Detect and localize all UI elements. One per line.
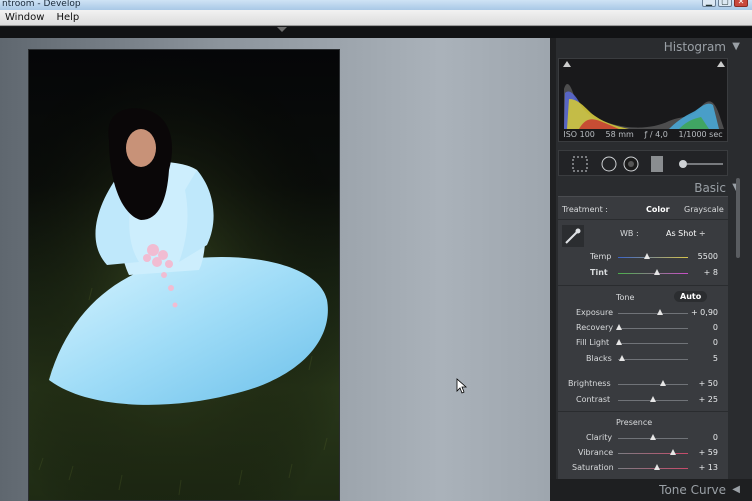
blacks-value[interactable]: 5	[688, 354, 718, 363]
exposure-slider-handle[interactable]	[657, 309, 663, 315]
window-title: ntroom - Develop	[2, 0, 81, 9]
contrast-slider-handle[interactable]	[650, 396, 656, 402]
contrast-label: Contrast	[576, 395, 611, 404]
menu-bar: Window Help	[0, 10, 752, 26]
basic-panel: Treatment : Color Grayscale WB : As Shot…	[558, 196, 728, 501]
exposure-label: Exposure	[576, 308, 614, 317]
exposure-value[interactable]: + 0,90	[688, 308, 718, 317]
adjustment-brush-icon	[679, 160, 687, 168]
tone-curve-header-strip: Tone Curve ◀	[550, 479, 752, 501]
vibrance-slider[interactable]	[618, 453, 688, 454]
fill-light-value[interactable]: 0	[688, 338, 718, 347]
menu-window[interactable]: Window	[5, 12, 44, 23]
tool-icons	[572, 156, 723, 172]
eyedropper-icon[interactable]	[562, 225, 584, 247]
saturation-slider[interactable]	[618, 468, 688, 469]
tone-label: Tone	[616, 293, 635, 302]
tint-slider-handle[interactable]	[653, 269, 660, 275]
graduated-filter-icon	[651, 156, 663, 172]
photo-preview[interactable]	[28, 49, 340, 501]
wb-label: WB :	[620, 229, 639, 238]
recovery-slider-handle[interactable]	[616, 324, 623, 330]
clarity-label: Clarity	[586, 433, 613, 442]
brightness-value[interactable]: + 50	[688, 379, 718, 388]
exposure-slider[interactable]	[618, 313, 688, 314]
vibrance-slider-handle[interactable]	[669, 449, 676, 455]
triangle-down-icon[interactable]: ▼	[732, 41, 740, 52]
panel-divider[interactable]	[550, 38, 556, 501]
mouse-cursor-icon	[456, 378, 468, 394]
tone-curve-header[interactable]: Tone Curve	[659, 483, 726, 497]
top-panel-toggle-icon[interactable]	[277, 27, 287, 32]
contrast-value[interactable]: + 25	[688, 395, 718, 404]
window-title-bar: ntroom - Develop ▁ ▢ ✕	[0, 0, 752, 10]
treatment-grayscale-button[interactable]: Grayscale	[684, 205, 724, 214]
top-panel-strip	[0, 27, 752, 38]
clarity-value[interactable]: 0	[688, 433, 718, 442]
saturation-value[interactable]: + 13	[688, 463, 718, 472]
brightness-label: Brightness	[568, 379, 611, 388]
wb-select[interactable]: As Shot ÷	[666, 229, 706, 238]
maximize-button[interactable]: ▢	[718, 0, 732, 7]
brightness-slider[interactable]	[618, 384, 688, 385]
right-panel: Histogram ▼ ISO 100 58 mm ƒ / 4,0 1/1000…	[550, 38, 752, 501]
recovery-label: Recovery	[576, 323, 614, 332]
exif-iso: ISO 100	[563, 130, 595, 139]
blacks-slider-handle[interactable]	[619, 355, 626, 361]
fill-light-label: Fill Light	[576, 338, 610, 347]
menu-help[interactable]: Help	[56, 12, 79, 23]
exif-aperture: ƒ / 4,0	[644, 130, 668, 139]
exif-focal: 58 mm	[605, 130, 634, 139]
minimize-button[interactable]: ▁	[702, 0, 716, 7]
develop-tool-strip	[558, 150, 728, 176]
spot-removal-icon	[601, 156, 617, 172]
temp-label: Temp	[590, 252, 612, 261]
recovery-value[interactable]: 0	[688, 323, 718, 332]
close-button[interactable]: ✕	[734, 0, 748, 7]
tint-label: Tint	[590, 268, 608, 277]
saturation-label: Saturation	[572, 463, 614, 472]
clarity-slider-handle[interactable]	[650, 434, 656, 440]
crop-icon	[572, 156, 588, 172]
temp-value[interactable]: 5500	[688, 252, 718, 261]
temp-slider-handle[interactable]	[644, 253, 651, 259]
brightness-slider-handle[interactable]	[659, 380, 666, 386]
recovery-slider[interactable]	[618, 328, 688, 329]
presence-label: Presence	[616, 418, 653, 427]
window-controls: ▁ ▢ ✕	[702, 0, 748, 7]
vibrance-label: Vibrance	[578, 448, 614, 457]
histogram-exif: ISO 100 58 mm ƒ / 4,0 1/1000 sec	[558, 130, 728, 142]
blacks-slider[interactable]	[618, 359, 688, 360]
tint-value[interactable]: + 8	[688, 268, 718, 277]
saturation-slider-handle[interactable]	[654, 464, 661, 470]
fill-light-slider[interactable]	[618, 343, 688, 344]
exif-shutter: 1/1000 sec	[678, 130, 723, 139]
histogram-header[interactable]: Histogram	[664, 40, 726, 54]
temp-slider[interactable]	[618, 257, 688, 258]
photo-image	[29, 50, 339, 500]
image-work-area[interactable]	[0, 38, 550, 501]
basic-header[interactable]: Basic	[694, 181, 726, 195]
vibrance-value[interactable]: + 59	[688, 448, 718, 457]
treatment-label: Treatment :	[562, 205, 608, 214]
fill-light-slider-handle[interactable]	[616, 339, 623, 345]
auto-tone-button[interactable]: Auto	[674, 291, 708, 302]
triangle-left-icon[interactable]: ◀	[732, 484, 740, 495]
treatment-color-button[interactable]: Color	[646, 205, 670, 214]
blacks-label: Blacks	[586, 354, 612, 363]
right-panel-scrollbar[interactable]	[736, 178, 740, 258]
